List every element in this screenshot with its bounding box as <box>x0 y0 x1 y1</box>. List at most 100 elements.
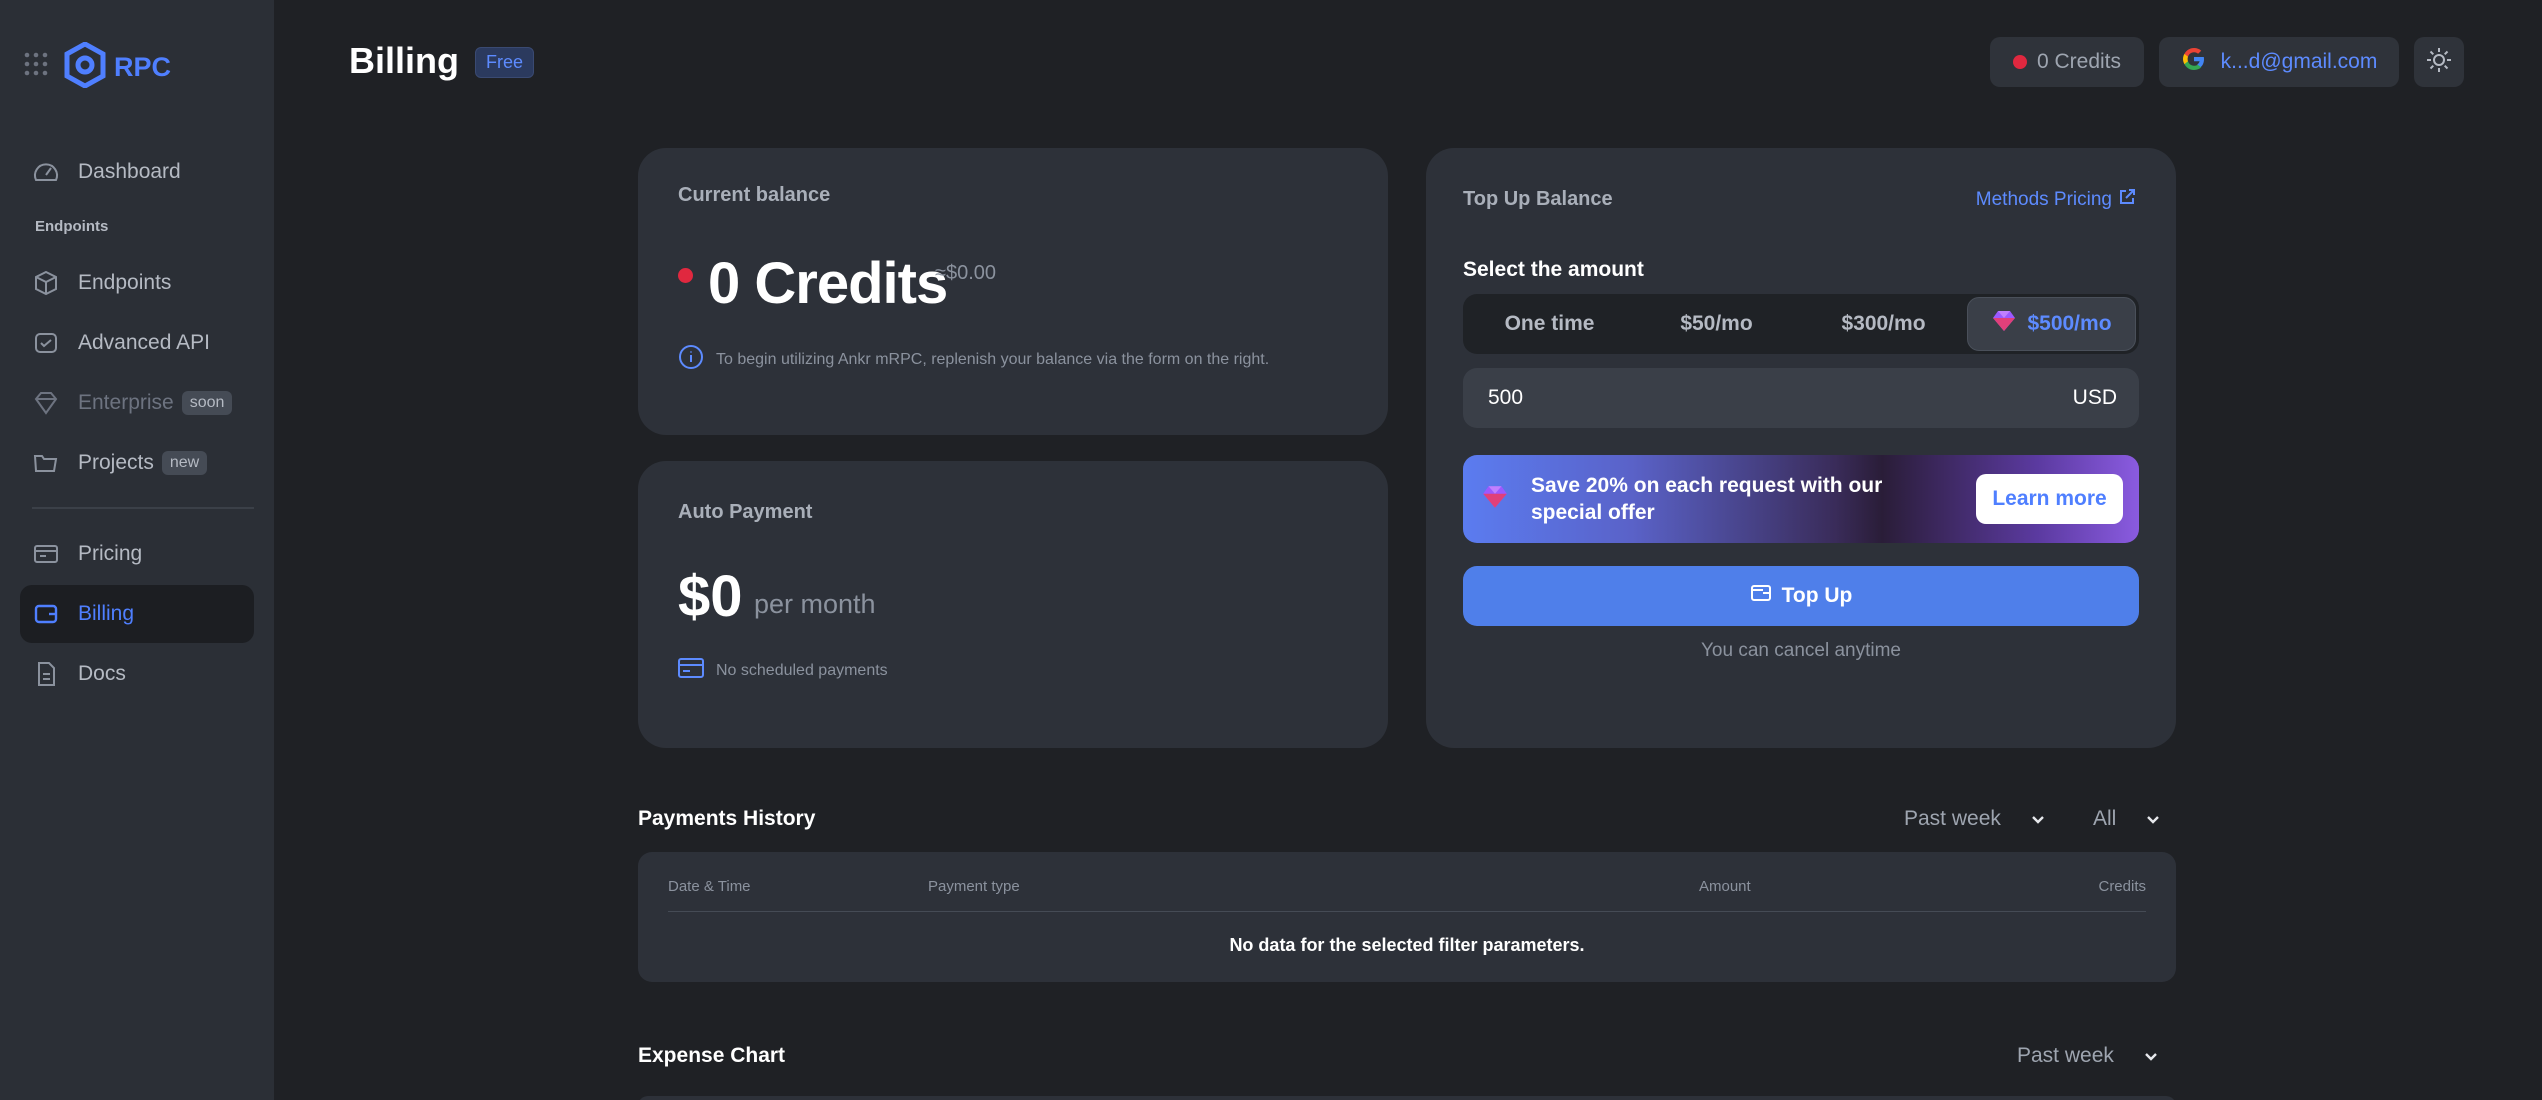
option-300-mo[interactable]: $300/mo <box>1800 297 1967 351</box>
methods-pricing-label: Methods Pricing <box>1975 189 2112 210</box>
header-credits-label: 0 Credits <box>2036 50 2122 73</box>
gauge-icon <box>32 158 60 186</box>
payments-period-dropdown[interactable]: Past week <box>1904 807 2045 831</box>
ankr-logo-icon <box>64 41 106 93</box>
balance-credits: 0 Credits <box>708 251 948 316</box>
sidebar-item-label: Endpoints <box>78 271 172 294</box>
amount-input[interactable] <box>1488 386 1888 410</box>
option-50-mo[interactable]: $50/mo <box>1633 297 1800 351</box>
top-up-title: Top Up Balance <box>1463 188 1613 210</box>
user-account-button[interactable]: k...d@gmail.com <box>2159 37 2399 87</box>
status-dot-icon <box>678 268 693 283</box>
auto-payment-card: Auto Payment $0 per month No scheduled p… <box>638 461 1388 748</box>
expense-chart-title: Expense Chart <box>638 1044 786 1067</box>
plan-badge: Free <box>475 47 535 78</box>
external-link-icon <box>2118 188 2136 212</box>
amount-field[interactable]: USD <box>1463 368 2139 428</box>
sidebar-section-label: Endpoints <box>35 218 109 235</box>
page-title: Billing <box>349 40 459 81</box>
sidebar-item-label: Docs <box>78 662 126 685</box>
current-balance-card: Current balance 0 Credits ≈$0.00 To begi… <box>638 148 1388 435</box>
period-filter-value: Past week <box>2017 1044 2114 1067</box>
promo-banner: Save 20% on each request with our specia… <box>1463 455 2139 543</box>
chevron-down-icon <box>2144 1044 2158 1068</box>
advanced-api-icon <box>32 329 60 357</box>
option-label: $500/mo <box>2027 312 2112 335</box>
new-badge: new <box>161 451 208 475</box>
google-icon <box>2181 46 2207 78</box>
logo[interactable]: RPC <box>64 41 172 93</box>
scheduled-payments-info: No scheduled payments <box>678 657 888 684</box>
currency-label: USD <box>2072 386 2117 409</box>
chevron-down-icon <box>2031 807 2045 831</box>
diamond-icon <box>1991 309 2017 339</box>
credit-card-icon <box>678 657 704 684</box>
balance-usd-equivalent: ≈$0.00 <box>935 262 997 284</box>
payments-table: Date & Time Payment type Amount Credits … <box>638 852 2176 982</box>
select-amount-label: Select the amount <box>1463 258 1644 281</box>
auto-payment-period: per month <box>754 589 876 619</box>
balance-info-text: To begin utilizing Ankr mRPC, replenish … <box>716 350 1270 368</box>
document-icon <box>32 660 60 688</box>
logo-text: RPC <box>114 52 172 82</box>
status-dot-icon <box>2012 55 2027 69</box>
type-filter-value: All <box>2093 807 2117 830</box>
methods-pricing-link[interactable]: Methods Pricing <box>1976 188 2136 212</box>
payments-history-title: Payments History <box>638 807 816 830</box>
empty-state-message: No data for the selected filter paramete… <box>1229 935 1585 955</box>
sidebar-item-label: Dashboard <box>78 160 181 183</box>
sidebar-item-projects[interactable]: Projects new <box>20 434 254 492</box>
info-icon <box>678 344 704 375</box>
amount-selector: One time $50/mo $300/mo $500/mo <box>1463 294 2139 354</box>
sun-icon <box>2425 46 2453 79</box>
sidebar: RPC Dashboard Endpoints Endpoints Advanc… <box>0 0 274 1100</box>
user-email: k...d@gmail.com <box>2220 50 2378 73</box>
balance-card-title: Current balance <box>678 184 831 206</box>
scheduled-payments-text: No scheduled payments <box>716 661 888 679</box>
diamond-icon <box>32 389 60 417</box>
learn-more-button[interactable]: Learn more <box>1976 474 2123 524</box>
sidebar-item-advanced-api[interactable]: Advanced API <box>20 314 254 372</box>
sidebar-divider <box>32 507 254 509</box>
column-header-date: Date & Time <box>668 878 751 895</box>
sidebar-item-pricing[interactable]: Pricing <box>20 525 254 583</box>
sidebar-item-label: Billing <box>78 602 135 625</box>
option-500-mo[interactable]: $500/mo <box>1967 297 2136 351</box>
theme-toggle-button[interactable] <box>2414 37 2464 87</box>
sidebar-item-label: Enterprise <box>78 391 174 414</box>
top-up-card: Top Up Balance Methods Pricing Select th… <box>1426 148 2176 748</box>
period-filter-value: Past week <box>1904 807 2001 830</box>
cancel-note: You can cancel anytime <box>1701 640 1901 661</box>
sidebar-item-enterprise: Enterprise soon <box>20 374 254 432</box>
option-one-time[interactable]: One time <box>1466 297 1633 351</box>
table-header-divider <box>668 911 2146 912</box>
sidebar-item-endpoints[interactable]: Endpoints <box>20 254 254 312</box>
sidebar-item-label: Advanced API <box>78 331 210 354</box>
cube-icon <box>32 269 60 297</box>
sidebar-item-dashboard[interactable]: Dashboard <box>20 143 254 201</box>
column-header-credits: Credits <box>2098 878 2146 895</box>
column-header-amount: Amount <box>1699 878 1751 895</box>
expense-chart-card <box>638 1096 2176 1100</box>
diamond-icon <box>1481 484 1509 515</box>
top-up-icon <box>1750 582 1772 610</box>
pricing-icon <box>32 540 60 568</box>
sidebar-item-billing[interactable]: Billing <box>20 585 254 643</box>
auto-payment-amount: $0 <box>678 564 743 629</box>
balance-info: To begin utilizing Ankr mRPC, replenish … <box>678 344 1269 375</box>
payments-type-dropdown[interactable]: All <box>2093 807 2160 831</box>
top-up-button[interactable]: Top Up <box>1463 566 2139 626</box>
folder-icon <box>32 449 60 477</box>
column-header-payment-type: Payment type <box>928 878 1020 895</box>
header-credits-button[interactable]: 0 Credits <box>1990 37 2144 87</box>
wallet-icon <box>32 600 60 628</box>
auto-payment-title: Auto Payment <box>678 501 813 523</box>
expense-period-dropdown[interactable]: Past week <box>2017 1044 2158 1068</box>
chevron-down-icon <box>2146 807 2160 831</box>
top-up-label: Top Up <box>1781 584 1853 607</box>
apps-grid-icon[interactable] <box>24 52 48 76</box>
promo-text: Save 20% on each request with our specia… <box>1531 474 1883 524</box>
sidebar-item-docs[interactable]: Docs <box>20 645 254 703</box>
sidebar-item-label: Pricing <box>78 542 143 565</box>
soon-badge: soon <box>181 391 233 415</box>
